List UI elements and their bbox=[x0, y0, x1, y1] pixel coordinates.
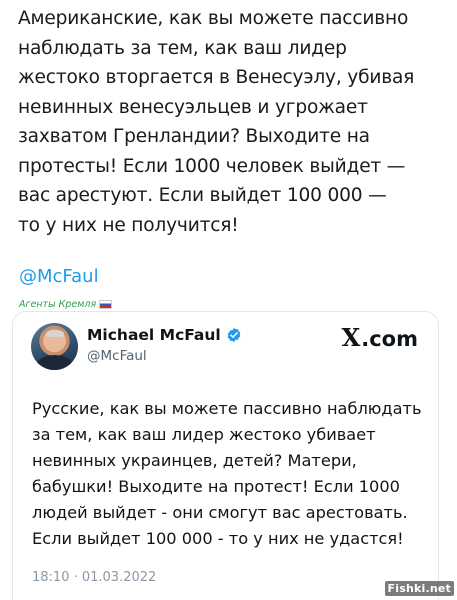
quoted-text-line: невинных украинцев, детей? Матери, bbox=[32, 451, 357, 470]
avatar-hair bbox=[46, 330, 64, 337]
post-text-line: то у них не получится! bbox=[18, 214, 239, 236]
post-text-line: наблюдать за тем, как ваш лидер bbox=[18, 37, 347, 59]
tweet-timestamp[interactable]: 18:10 · 01.03.2022 bbox=[32, 570, 156, 585]
author-name[interactable]: Michael McFaul bbox=[87, 326, 221, 344]
quoted-text-line: Русские, как вы можете пассивно наблюдат… bbox=[32, 399, 422, 418]
verified-badge-icon bbox=[227, 328, 241, 342]
caption: Агенты Кремля bbox=[19, 299, 113, 310]
author-handle[interactable]: @McFaul bbox=[87, 348, 147, 364]
post-text-line: вас арестуют. Если выйдет 100 000 — bbox=[18, 185, 387, 206]
quoted-text-line: бабушки! Выходите на протест! Если 1000 bbox=[32, 477, 400, 496]
caption-text: Агенты Кремля bbox=[19, 299, 97, 310]
post-text-line: невинных венесуэльцев и угрожает bbox=[18, 96, 368, 118]
quoted-tweet-text: Русские, как вы можете пассивно наблюдат… bbox=[32, 396, 432, 552]
brand-suffix: .com bbox=[361, 327, 418, 351]
avatar-suit bbox=[37, 355, 72, 370]
quoted-text-line: за тем, как ваш лидер жестоко убивает bbox=[32, 425, 376, 444]
post-text-line: захватом Гренландии? Выходите на bbox=[18, 126, 370, 147]
post-text-line: Американские, как вы можете пассивно bbox=[18, 8, 409, 29]
avatar[interactable] bbox=[31, 323, 78, 370]
quoted-tweet-card[interactable]: Michael McFaul @McFaul X .com Русские, к… bbox=[12, 311, 439, 600]
post-text: Американские, как вы можете пассивно наб… bbox=[18, 4, 448, 240]
post-text-line: протесты! Если 1000 человек выйдет — bbox=[18, 155, 406, 177]
watermark: Fishki.net bbox=[384, 581, 454, 596]
russia-flag-icon bbox=[99, 300, 113, 309]
quoted-text-line: Если выйдет 100 000 - то у них не удастс… bbox=[32, 529, 404, 548]
x-logo-icon: X .com bbox=[342, 323, 418, 352]
post-text-line: жестоко вторгается в Венесуэлу, убивая bbox=[18, 67, 415, 88]
quoted-text-line: людей выйдет - они смогут вас арестовать… bbox=[32, 503, 408, 522]
mention-link[interactable]: @McFaul bbox=[19, 266, 99, 287]
x-logo-letter: X bbox=[341, 323, 361, 352]
author-row: Michael McFaul bbox=[87, 326, 242, 344]
